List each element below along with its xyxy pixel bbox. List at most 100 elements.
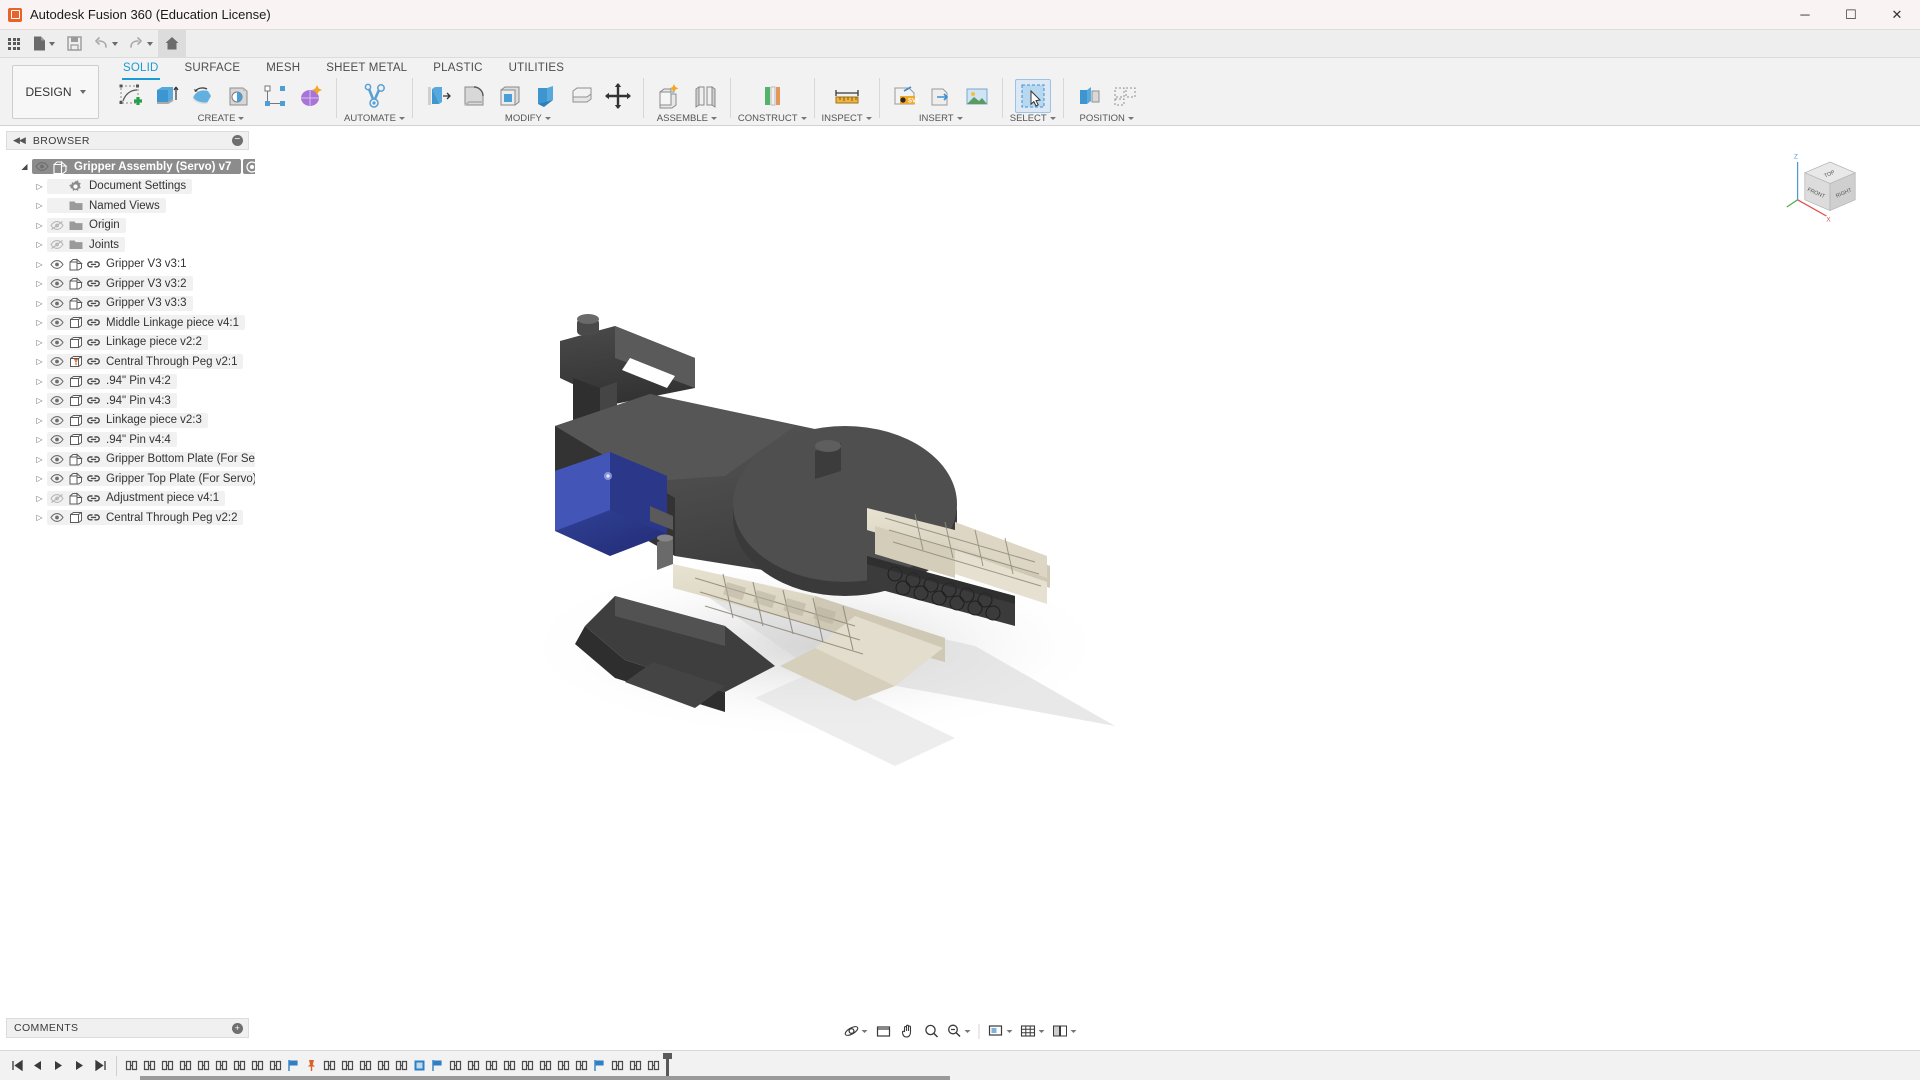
eye-icon[interactable] bbox=[47, 473, 66, 484]
timeline-scrollbar[interactable] bbox=[140, 1076, 950, 1080]
tree-node[interactable]: ▷ Linkage piece v2:2 bbox=[0, 333, 255, 353]
tree-node-content[interactable]: Gripper Top Plate (For Servo)... bbox=[47, 471, 273, 487]
undo-button[interactable] bbox=[88, 30, 123, 58]
tree-node[interactable]: ▷ Linkage piece v2:3 bbox=[0, 411, 255, 431]
press-pull-tool[interactable] bbox=[420, 79, 456, 113]
timeline-feature[interactable] bbox=[519, 1057, 536, 1074]
comments-bar[interactable]: COMMENTS + bbox=[6, 1018, 249, 1038]
timeline-feature[interactable] bbox=[537, 1057, 554, 1074]
chevron-right-icon[interactable]: ▷ bbox=[32, 513, 47, 522]
align-tool[interactable] bbox=[1071, 79, 1107, 113]
maximize-button[interactable]: ☐ bbox=[1828, 0, 1874, 30]
timeline-feature[interactable] bbox=[411, 1057, 428, 1074]
eye-icon[interactable] bbox=[47, 434, 66, 445]
create-sketch-tool[interactable] bbox=[113, 79, 149, 113]
tree-node-content[interactable]: Joints bbox=[47, 237, 126, 253]
joint-tool[interactable] bbox=[687, 79, 723, 113]
chevron-down-icon[interactable]: ◢ bbox=[17, 162, 32, 171]
timeline-feature[interactable] bbox=[141, 1057, 158, 1074]
tab-utilities[interactable]: UTILITIES bbox=[496, 58, 577, 78]
timeline-feature[interactable] bbox=[483, 1057, 500, 1074]
offset-plane-tool[interactable] bbox=[754, 79, 790, 113]
timeline-feature[interactable] bbox=[447, 1057, 464, 1074]
jump-to-beginning-button[interactable] bbox=[7, 1055, 26, 1077]
timeline-feature[interactable] bbox=[285, 1057, 302, 1074]
eye-icon[interactable] bbox=[47, 337, 66, 348]
chevron-right-icon[interactable]: ▷ bbox=[32, 240, 47, 249]
position-tool[interactable] bbox=[1107, 79, 1143, 113]
viewport[interactable]: TOP FRONT RIGHT Z X bbox=[255, 126, 1920, 1080]
eye-icon[interactable] bbox=[47, 356, 66, 367]
tree-root-node[interactable]: ◢ Gripper Assembly (Servo) v7 bbox=[0, 157, 262, 177]
tree-node-content[interactable]: Gripper V3 v3:1 bbox=[47, 257, 193, 272]
rectangular-pattern-tool[interactable] bbox=[257, 79, 293, 113]
move-copy-tool[interactable] bbox=[600, 79, 636, 113]
model-render[interactable] bbox=[255, 126, 1920, 1080]
tree-node[interactable]: ▷ Named Views bbox=[0, 196, 255, 216]
timeline-feature[interactable] bbox=[357, 1057, 374, 1074]
orbit-tool[interactable] bbox=[841, 1020, 871, 1042]
minimize-button[interactable]: ─ bbox=[1782, 0, 1828, 30]
timeline-feature[interactable] bbox=[591, 1057, 608, 1074]
tree-node[interactable]: ▷ Gripper V3 v3:2 bbox=[0, 274, 255, 294]
timeline-feature[interactable] bbox=[303, 1057, 320, 1074]
eye-icon[interactable] bbox=[47, 278, 66, 289]
timeline-feature[interactable] bbox=[339, 1057, 356, 1074]
timeline-feature[interactable] bbox=[195, 1057, 212, 1074]
view-cube[interactable]: TOP FRONT RIGHT Z X bbox=[1785, 144, 1875, 234]
chevron-right-icon[interactable]: ▷ bbox=[32, 455, 47, 464]
chevron-right-icon[interactable]: ▷ bbox=[32, 474, 47, 483]
tree-node[interactable]: ▷ Document Settings bbox=[0, 177, 255, 197]
timeline-marker[interactable] bbox=[663, 1052, 672, 1077]
tree-node[interactable]: ▷ .94" Pin v4:4 bbox=[0, 430, 255, 450]
eye-icon[interactable] bbox=[47, 259, 66, 270]
tab-sheet-metal[interactable]: SHEET METAL bbox=[313, 58, 420, 78]
timeline-feature[interactable] bbox=[465, 1057, 482, 1074]
tree-node-content[interactable]: Named Views bbox=[47, 198, 166, 214]
timeline-feature[interactable] bbox=[231, 1057, 248, 1074]
new-document-button[interactable] bbox=[28, 30, 60, 58]
draft-tool[interactable] bbox=[528, 79, 564, 113]
app-grid-button[interactable] bbox=[0, 30, 28, 58]
eye-hidden-icon[interactable] bbox=[47, 239, 66, 250]
timeline-feature[interactable] bbox=[375, 1057, 392, 1074]
shell-tool[interactable] bbox=[492, 79, 528, 113]
hole-tool[interactable] bbox=[221, 79, 257, 113]
chevron-right-icon[interactable]: ▷ bbox=[32, 435, 47, 444]
eye-hidden-icon[interactable] bbox=[47, 493, 66, 504]
minimize-circle-icon[interactable]: − bbox=[232, 135, 243, 146]
tree-node-content[interactable]: .94" Pin v4:3 bbox=[47, 393, 177, 409]
eye-icon[interactable] bbox=[32, 161, 51, 172]
eye-icon[interactable] bbox=[47, 512, 66, 523]
insert-derive-tool[interactable] bbox=[923, 79, 959, 113]
redo-button[interactable] bbox=[123, 30, 158, 58]
close-button[interactable]: ✕ bbox=[1874, 0, 1920, 30]
eye-icon[interactable] bbox=[47, 376, 66, 387]
tree-node[interactable]: ▷ Gripper Bottom Plate (For Ser... bbox=[0, 450, 274, 470]
eye-icon[interactable] bbox=[47, 454, 66, 465]
timeline-feature[interactable] bbox=[393, 1057, 410, 1074]
tree-node[interactable]: ▷ Gripper V3 v3:1 bbox=[0, 255, 255, 275]
timeline-feature[interactable] bbox=[213, 1057, 230, 1074]
tree-node-content[interactable]: Gripper V3 v3:2 bbox=[47, 276, 193, 292]
new-component-tool[interactable] bbox=[651, 79, 687, 113]
tab-plastic[interactable]: PLASTIC bbox=[420, 58, 495, 78]
tree-node-content[interactable]: Central Through Peg v2:2 bbox=[47, 510, 244, 526]
revolve-tool[interactable] bbox=[185, 79, 221, 113]
viewports-button[interactable] bbox=[1049, 1020, 1080, 1042]
extrude-tool[interactable] bbox=[149, 79, 185, 113]
tree-node[interactable]: ▷ .94" Pin v4:2 bbox=[0, 372, 255, 392]
pan-tool[interactable] bbox=[896, 1020, 919, 1042]
timeline-feature[interactable] bbox=[573, 1057, 590, 1074]
timeline-feature[interactable] bbox=[321, 1057, 338, 1074]
tree-node[interactable]: ▷ Adjustment piece v4:1 bbox=[0, 489, 255, 509]
tree-node[interactable]: ▷ Gripper V3 v3:3 bbox=[0, 294, 255, 314]
chevron-right-icon[interactable]: ▷ bbox=[32, 221, 47, 230]
tree-node-content[interactable]: Origin bbox=[47, 217, 126, 233]
chevron-right-icon[interactable]: ▷ bbox=[32, 201, 47, 210]
play-button[interactable] bbox=[49, 1055, 68, 1077]
timeline-feature[interactable] bbox=[177, 1057, 194, 1074]
tree-node-content[interactable]: .94" Pin v4:4 bbox=[47, 432, 177, 448]
tree-node-content[interactable]: Linkage piece v2:2 bbox=[47, 334, 208, 350]
timeline-feature[interactable] bbox=[123, 1057, 140, 1074]
